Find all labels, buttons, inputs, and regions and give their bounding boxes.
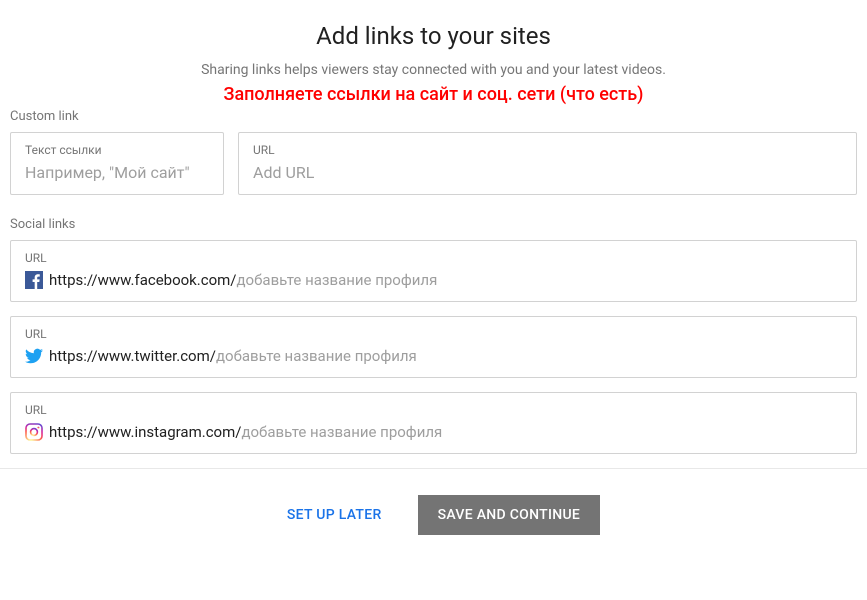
- button-row: SET UP LATER SAVE AND CONTINUE: [10, 495, 857, 535]
- social-url-label: URL: [25, 403, 842, 417]
- custom-link-label: Custom link: [10, 109, 857, 124]
- page-subtitle: Sharing links helps viewers stay connect…: [10, 62, 857, 78]
- set-up-later-button[interactable]: SET UP LATER: [267, 495, 402, 535]
- facebook-icon: [25, 271, 43, 289]
- instagram-url-hint: добавьте название профиля: [241, 423, 442, 441]
- link-url-input[interactable]: [253, 163, 842, 182]
- page-title: Add links to your sites: [10, 22, 857, 50]
- social-instagram-field[interactable]: URL: [10, 392, 857, 454]
- social-links-label: Social links: [10, 217, 857, 232]
- social-twitter-field[interactable]: URL https://www.twitter.com/добавьте наз…: [10, 316, 857, 378]
- twitter-url-base: https://www.twitter.com/: [49, 347, 216, 365]
- annotation-text: Заполняете ссылки на сайт и соц. сети (ч…: [10, 84, 857, 105]
- twitter-url-hint: добавьте название профиля: [216, 347, 417, 365]
- link-url-field[interactable]: URL: [238, 132, 857, 195]
- instagram-icon: [25, 423, 43, 441]
- facebook-url-hint: добавьте название профиля: [237, 271, 438, 289]
- social-url-label: URL: [25, 327, 842, 341]
- twitter-icon: [25, 347, 43, 365]
- link-text-field[interactable]: Текст ссылки: [10, 132, 224, 195]
- instagram-url-base: https://www.instagram.com/: [49, 423, 241, 441]
- divider: [0, 468, 867, 469]
- facebook-url-base: https://www.facebook.com/: [49, 271, 237, 289]
- save-continue-button[interactable]: SAVE AND CONTINUE: [418, 495, 601, 535]
- link-text-input[interactable]: [25, 163, 209, 182]
- link-text-label: Текст ссылки: [25, 143, 209, 157]
- social-url-label: URL: [25, 251, 842, 265]
- social-facebook-field[interactable]: URL https://www.facebook.com/добавьте на…: [10, 240, 857, 302]
- custom-link-row: Текст ссылки URL: [10, 132, 857, 195]
- link-url-label: URL: [253, 143, 842, 157]
